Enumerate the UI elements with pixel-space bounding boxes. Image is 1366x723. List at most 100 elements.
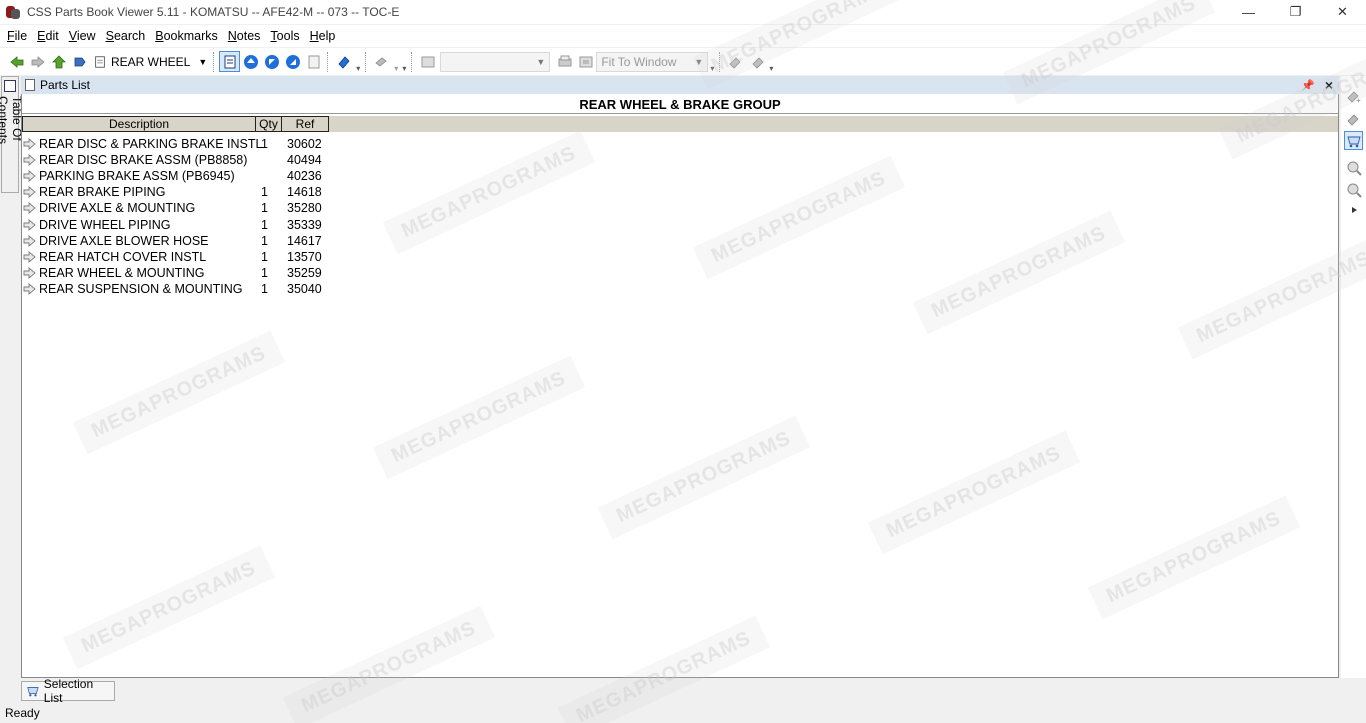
- magnifier-icon: [1347, 161, 1362, 176]
- status-text: Ready: [5, 706, 40, 720]
- menu-edit[interactable]: Edit: [32, 26, 64, 46]
- print-button[interactable]: [554, 51, 575, 72]
- row-ref: 35280: [287, 201, 322, 216]
- zoom-in-button[interactable]: [725, 51, 746, 72]
- row-ref: 35339: [287, 217, 322, 232]
- fit-window-icon: [579, 56, 593, 67]
- bookmark-button[interactable]: [333, 51, 354, 72]
- row-description: REAR DISC & PARKING BRAKE INSTL: [39, 137, 263, 152]
- toolbar-overflow-icon[interactable]: ▾: [769, 64, 773, 73]
- row-qty: 1: [261, 249, 268, 264]
- row-ref: 35040: [287, 281, 322, 296]
- close-panel-button[interactable]: ×: [1325, 77, 1333, 93]
- cart-icon: [1346, 136, 1361, 147]
- row-description: REAR HATCH COVER INSTL: [39, 249, 207, 264]
- svg-text:+: +: [1356, 96, 1361, 104]
- location-dropdown[interactable]: REAR WHEEL ▼: [90, 51, 210, 72]
- magnifier-icon: [1347, 183, 1362, 198]
- selection-list-button[interactable]: [1344, 131, 1363, 150]
- page-icon: [95, 55, 105, 68]
- selection-list-tab[interactable]: Selection List: [21, 677, 115, 705]
- circle-up-icon: [243, 54, 258, 69]
- chevron-down-icon[interactable]: ▾: [394, 64, 398, 73]
- menu-file[interactable]: File: [2, 26, 32, 46]
- status-bar: Ready: [0, 703, 1366, 723]
- pin-icon[interactable]: 📌: [1301, 79, 1315, 92]
- right-arrow-icon: [23, 154, 36, 167]
- row-ref: 35259: [287, 265, 322, 280]
- group-title: REAR WHEEL & BRAKE GROUP: [22, 96, 1338, 114]
- toolbar-overflow-icon[interactable]: ▾: [710, 64, 714, 73]
- menu-bookmarks[interactable]: Bookmarks: [150, 26, 223, 46]
- back-button[interactable]: [6, 51, 27, 72]
- note-button[interactable]: [371, 51, 392, 72]
- history-icon: [74, 57, 85, 66]
- menu-tools[interactable]: Tools: [265, 26, 304, 46]
- row-description: REAR SUSPENSION & MOUNTING: [39, 281, 243, 296]
- column-header-qty[interactable]: Qty: [255, 116, 282, 132]
- chevron-down-icon: ▼: [694, 56, 704, 67]
- close-window-button[interactable]: ✕: [1319, 0, 1366, 24]
- selection-list-icon: [27, 687, 39, 697]
- menu-notes[interactable]: Notes: [223, 26, 266, 46]
- row-description: DRIVE AXLE & MOUNTING: [39, 201, 196, 216]
- toolbar-overflow-icon[interactable]: ▾: [356, 64, 360, 73]
- right-arrow-icon: [23, 266, 36, 279]
- row-ref: 40236: [287, 169, 322, 184]
- column-header-description[interactable]: Description: [22, 116, 256, 132]
- row-ref: 40494: [287, 153, 322, 168]
- row-qty: 1: [261, 185, 268, 200]
- fit-button[interactable]: [575, 51, 596, 72]
- home-button[interactable]: [48, 51, 69, 72]
- picture-button[interactable]: [417, 51, 438, 72]
- forward-button[interactable]: [27, 51, 48, 72]
- location-value: REAR WHEEL: [111, 54, 191, 69]
- window-controls: — ❐ ✕: [1225, 0, 1366, 24]
- expand-panel-button[interactable]: [1346, 204, 1364, 216]
- search-part-button[interactable]: [1344, 158, 1363, 177]
- right-arrow-icon: [23, 186, 36, 199]
- restore-button[interactable]: ❐: [1272, 0, 1319, 24]
- row-qty: 1: [261, 281, 268, 296]
- row-ref: 14618: [287, 185, 322, 200]
- search-next-button[interactable]: [1344, 180, 1363, 199]
- right-toolbar: +: [1341, 76, 1366, 678]
- picture-icon: [421, 56, 435, 67]
- up-home-icon: [51, 54, 66, 68]
- picture-select[interactable]: ▼: [440, 51, 551, 72]
- toc-view-button[interactable]: [219, 51, 241, 72]
- row-ref: 14617: [287, 233, 322, 248]
- column-header-ref[interactable]: Ref: [281, 116, 329, 132]
- nav-prev-button[interactable]: [261, 51, 282, 72]
- row-ref: 13570: [287, 249, 322, 264]
- row-qty: 1: [261, 137, 268, 152]
- zoom-out-button[interactable]: [746, 51, 767, 72]
- title-bar: CSS Parts Book Viewer 5.11 - KOMATSU -- …: [0, 0, 1366, 24]
- menu-search[interactable]: Search: [101, 26, 151, 46]
- zoom-select[interactable]: Fit To Window ▼: [596, 51, 709, 72]
- nav-up-button[interactable]: [240, 51, 261, 72]
- nav-next-button[interactable]: [282, 51, 303, 72]
- document-button[interactable]: [303, 51, 324, 72]
- table-of-contents-tab[interactable]: Table Of Contents: [0, 76, 24, 193]
- chevron-down-icon: ▼: [536, 56, 546, 67]
- row-description: REAR WHEEL & MOUNTING: [39, 265, 205, 280]
- remove-from-list-button[interactable]: [1344, 109, 1363, 128]
- document-icon: [308, 55, 320, 68]
- add-to-list-button[interactable]: +: [1344, 86, 1363, 105]
- menu-view[interactable]: View: [64, 26, 101, 46]
- toolbar-grip: [213, 51, 216, 72]
- history-button[interactable]: [69, 51, 90, 72]
- menu-help[interactable]: Help: [305, 26, 341, 46]
- menu-bar: File Edit View Search Bookmarks Notes To…: [0, 25, 1366, 47]
- toolbar-overflow-icon[interactable]: ▾: [402, 64, 406, 73]
- zoom-value: Fit To Window: [601, 54, 677, 69]
- right-arrow-icon: [23, 138, 36, 151]
- minimize-button[interactable]: —: [1225, 0, 1272, 24]
- row-qty: 1: [261, 217, 268, 232]
- row-description: PARKING BRAKE ASSM (PB6945): [39, 169, 235, 184]
- right-arrow-icon: [23, 202, 36, 215]
- add-part-icon: +: [1346, 90, 1361, 104]
- row-description: REAR BRAKE PIPING: [39, 185, 166, 200]
- row-qty: 1: [261, 233, 268, 248]
